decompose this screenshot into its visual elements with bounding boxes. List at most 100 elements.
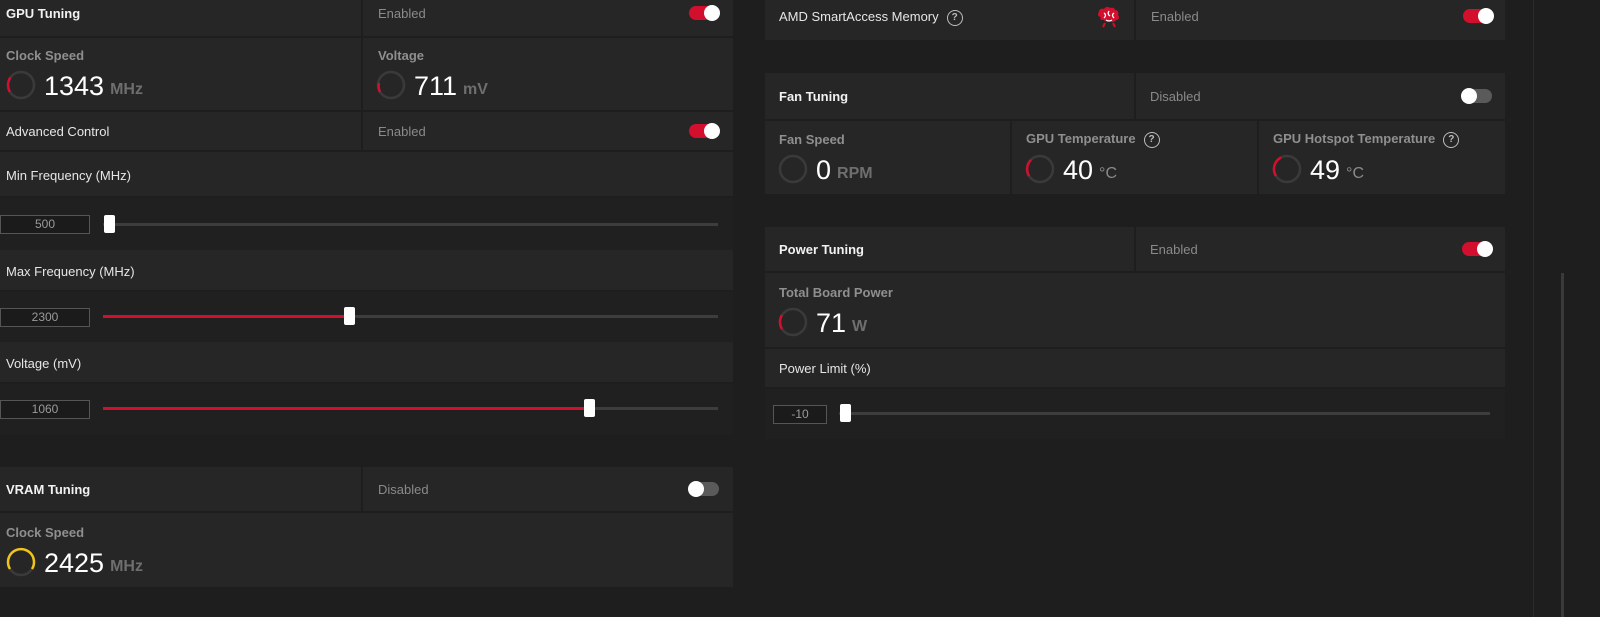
voltage-slider[interactable]: [103, 399, 718, 417]
panel-edge: [1533, 0, 1534, 617]
power-limit-slider[interactable]: [839, 404, 1490, 422]
divider: [1257, 121, 1259, 194]
gpu-tuning-header: GPU Tuning Enabled: [0, 0, 733, 36]
divider: [361, 0, 363, 36]
divider: [361, 467, 363, 511]
fan-tuning-state: Disabled: [1150, 89, 1201, 104]
total-board-power-value: 71: [816, 308, 847, 338]
vram-clock-speed-value: 2425: [44, 548, 105, 578]
vram-metrics-row: Clock Speed 2425 MHz: [0, 513, 733, 587]
gauge-icon: [6, 70, 36, 100]
max-frequency-label: Max Frequency (MHz): [6, 264, 135, 279]
clock-speed-label: Clock Speed: [6, 48, 85, 63]
vram-tuning-toggle[interactable]: [688, 481, 719, 497]
min-frequency-slider[interactable]: [103, 215, 718, 233]
max-frequency-label-row: Max Frequency (MHz): [0, 250, 733, 290]
power-tuning-header: Power Tuning Enabled: [765, 227, 1505, 271]
voltage-label: Voltage: [378, 48, 424, 63]
gpu-tuning-state: Enabled: [378, 6, 426, 21]
vram-clock-speed-unit: MHz: [110, 558, 143, 575]
gpu-temperature-unit: °C: [1099, 165, 1117, 182]
gpu-tuning-panel: GPU Tuning Enabled Clock Speed 1343 MHz …: [0, 0, 733, 435]
brain-icon: [1097, 6, 1120, 28]
scrollbar[interactable]: [1561, 273, 1564, 617]
voltage-input[interactable]: 1060: [0, 400, 90, 419]
fan-speed-unit: RPM: [837, 165, 873, 182]
slider-thumb[interactable]: [344, 307, 355, 325]
voltage-slider-row: 1060: [0, 384, 733, 435]
voltage-slider-label-row: Voltage (mV): [0, 342, 733, 382]
power-metrics-row: Total Board Power 71 W: [765, 273, 1505, 347]
advanced-control-label: Advanced Control: [6, 124, 110, 139]
fan-speed-value: 0: [816, 155, 832, 185]
vram-tuning-title: VRAM Tuning: [6, 482, 91, 497]
advanced-control-toggle[interactable]: [689, 123, 720, 139]
fan-speed-label: Fan Speed: [779, 132, 845, 147]
max-frequency-slider[interactable]: [103, 307, 718, 325]
question-circle-icon[interactable]: ?: [1443, 131, 1460, 148]
smart-access-memory-label: AMD SmartAccess Memory?: [779, 9, 963, 26]
total-board-power-metric: 71 W: [778, 307, 867, 337]
min-frequency-slider-row: 500: [0, 198, 733, 250]
smart-access-memory-state: Enabled: [1151, 9, 1199, 24]
min-frequency-input[interactable]: 500: [0, 215, 90, 234]
slider-thumb[interactable]: [104, 215, 115, 233]
gauge-icon: [778, 154, 808, 184]
smart-access-memory-toggle[interactable]: [1463, 8, 1494, 24]
gauge-icon: [1272, 154, 1302, 184]
power-limit-label-row: Power Limit (%): [765, 349, 1505, 387]
hotspot-temperature-text: GPU Hotspot Temperature: [1273, 131, 1436, 146]
toggle-knob: [1477, 241, 1493, 257]
gpu-temperature-label: GPU Temperature?: [1026, 131, 1160, 148]
power-tuning-toggle[interactable]: [1462, 241, 1493, 257]
max-frequency-input[interactable]: 2300: [0, 308, 90, 327]
gpu-tuning-title: GPU Tuning: [6, 6, 81, 21]
vram-tuning-header: VRAM Tuning Disabled: [0, 467, 733, 511]
slider-fill: [103, 407, 589, 410]
slider-thumb[interactable]: [840, 404, 851, 422]
toggle-knob: [1478, 8, 1494, 24]
divider: [1134, 73, 1136, 119]
toggle-knob: [704, 123, 720, 139]
advanced-control-row: Advanced Control Enabled: [0, 112, 733, 150]
toggle-knob: [704, 5, 720, 21]
divider: [361, 112, 363, 150]
gauge-icon: [778, 307, 808, 337]
gpu-metrics-row: Clock Speed 1343 MHz Voltage 711 mV: [0, 38, 733, 110]
power-limit-input[interactable]: -10: [773, 405, 827, 424]
question-circle-icon[interactable]: ?: [946, 9, 963, 26]
gpu-tuning-toggle[interactable]: [689, 5, 720, 21]
question-circle-icon[interactable]: ?: [1143, 131, 1160, 148]
fan-tuning-header: Fan Tuning Disabled: [765, 73, 1505, 119]
clock-speed-metric: 1343 MHz: [6, 70, 143, 100]
hotspot-temperature-label: GPU Hotspot Temperature?: [1273, 131, 1460, 148]
power-limit-label: Power Limit (%): [779, 361, 871, 376]
gauge-icon: [1025, 154, 1055, 184]
slider-fill: [103, 315, 349, 318]
divider: [361, 38, 363, 110]
vram-clock-speed-label: Clock Speed: [6, 525, 85, 540]
hotspot-temperature-unit: °C: [1346, 165, 1364, 182]
advanced-control-state: Enabled: [378, 124, 426, 139]
clock-speed-unit: MHz: [110, 81, 143, 98]
fan-tuning-toggle[interactable]: [1461, 88, 1492, 104]
fan-metrics-row: Fan Speed 0 RPM GPU Temperature? 40 °C G…: [765, 121, 1505, 194]
voltage-unit: mV: [463, 81, 488, 98]
fan-tuning-title: Fan Tuning: [779, 89, 849, 104]
slider-thumb[interactable]: [583, 399, 595, 417]
vram-clock-speed-metric: 2425 MHz: [6, 547, 143, 577]
power-limit-slider-row: -10: [765, 389, 1505, 439]
power-tuning-state: Enabled: [1150, 242, 1198, 257]
hotspot-temperature-metric: 49 °C: [1272, 154, 1364, 184]
hotspot-temperature-value: 49: [1310, 155, 1341, 185]
vram-tuning-state: Disabled: [378, 482, 429, 497]
power-tuning-panel: Power Tuning Enabled Total Board Power 7…: [765, 227, 1505, 439]
divider: [1134, 227, 1136, 271]
smart-access-memory-text: AMD SmartAccess Memory: [779, 9, 939, 24]
voltage-value: 711: [414, 71, 458, 101]
min-frequency-label-row: Min Frequency (MHz): [0, 152, 733, 196]
clock-speed-value: 1343: [44, 71, 105, 101]
toggle-knob: [688, 481, 704, 497]
divider: [1010, 121, 1012, 194]
voltage-slider-label: Voltage (mV): [6, 356, 82, 371]
